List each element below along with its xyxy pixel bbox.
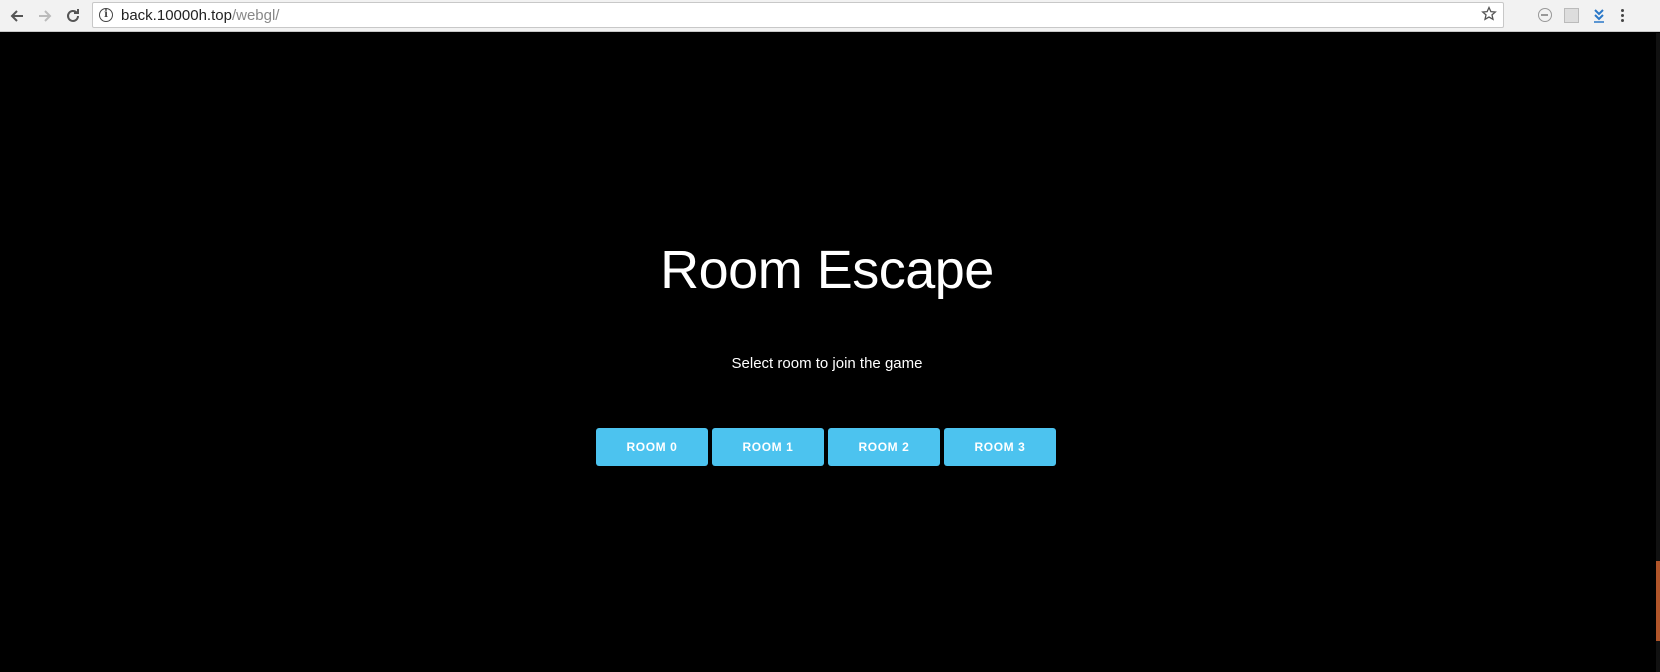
menu-dots-icon[interactable] [1617, 7, 1627, 24]
room-2-button[interactable]: ROOM 2 [828, 428, 940, 466]
page-subtitle: Select room to join the game [731, 355, 923, 372]
extension-icons [1536, 0, 1627, 30]
address-bar[interactable]: i back.10000h.top/webgl/ [92, 2, 1504, 28]
room-button-group: ROOM 0 ROOM 1 ROOM 2 ROOM 3 [596, 428, 1056, 466]
room-3-button[interactable]: ROOM 3 [944, 428, 1056, 466]
grid-extension-icon[interactable] [1563, 7, 1580, 24]
page-title: Room Escape [660, 240, 994, 300]
forward-arrow-icon[interactable] [32, 3, 58, 29]
download-extension-icon[interactable] [1590, 7, 1607, 24]
url-path: /webgl/ [231, 6, 280, 24]
scrollbar-thumb[interactable] [1656, 561, 1660, 641]
block-extension-icon[interactable] [1536, 7, 1553, 24]
info-icon[interactable]: i [99, 8, 113, 22]
reload-icon[interactable] [60, 3, 86, 29]
star-icon[interactable] [1481, 5, 1497, 27]
url-text[interactable]: back.10000h.top/webgl/ [121, 7, 279, 24]
scrollbar[interactable] [1656, 33, 1660, 672]
game-page: Room Escape Select room to join the game… [0, 33, 1660, 672]
back-arrow-icon[interactable] [4, 3, 30, 29]
url-host: back.10000h.top [121, 6, 232, 24]
room-1-button[interactable]: ROOM 1 [712, 428, 824, 466]
room-0-button[interactable]: ROOM 0 [596, 428, 708, 466]
browser-toolbar: i back.10000h.top/webgl/ [0, 0, 1660, 32]
